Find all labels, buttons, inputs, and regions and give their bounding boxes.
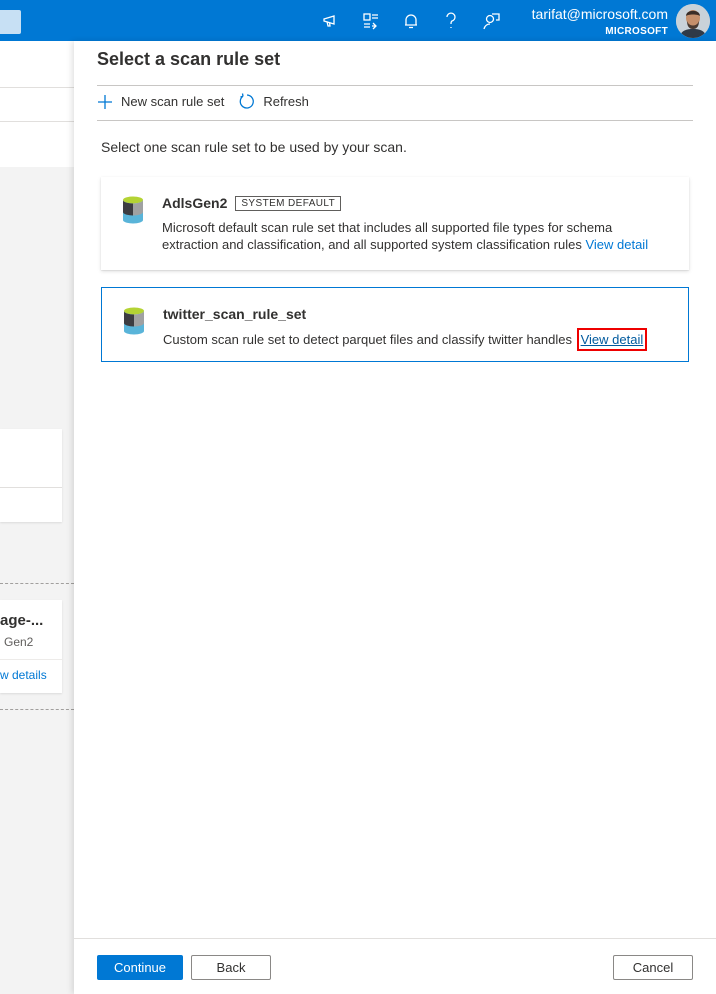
notifications-icon[interactable] — [400, 10, 422, 32]
refresh-button[interactable]: Refresh — [238, 93, 309, 110]
panel-footer: Continue Back Cancel — [74, 938, 716, 994]
new-scan-rule-set-label: New scan rule set — [121, 94, 225, 109]
background-card-subtitle: Gen2 — [4, 635, 34, 649]
title-divider — [97, 85, 693, 86]
view-detail-link[interactable]: View detail — [585, 237, 648, 252]
user-account[interactable]: tarifat@microsoft.com MICROSOFT — [532, 6, 668, 37]
background-source-card: age-... Gen2 w details — [0, 600, 62, 693]
rule-set-name: AdlsGen2 SYSTEM DEFAULT — [162, 195, 342, 211]
background-card-divider — [0, 487, 62, 488]
rule-set-name-text: AdlsGen2 — [162, 195, 228, 211]
refresh-icon — [239, 93, 255, 109]
continue-button[interactable]: Continue — [97, 955, 183, 980]
database-icon — [123, 196, 143, 224]
background-divider — [0, 121, 74, 122]
help-icon[interactable] — [440, 10, 462, 32]
background-card-title: age-... — [0, 612, 44, 629]
feedback-icon[interactable] — [480, 10, 502, 32]
cancel-button[interactable]: Cancel — [613, 955, 693, 980]
view-detail-link[interactable]: View detail — [581, 332, 644, 347]
user-email: tarifat@microsoft.com — [531, 6, 668, 22]
rule-set-description: Custom scan rule set to detect parquet f… — [163, 328, 648, 351]
rule-set-description-text: Microsoft default scan rule set that inc… — [162, 220, 613, 252]
toolbar: New scan rule set Refresh — [97, 93, 323, 110]
background-card-separator — [0, 659, 62, 660]
search-box[interactable] — [0, 10, 21, 34]
background-dashed-divider — [0, 583, 74, 584]
panel-title: Select a scan rule set — [97, 49, 281, 69]
rule-set-card-adlsgen2[interactable]: AdlsGen2 SYSTEM DEFAULT Microsoft defaul… — [101, 177, 689, 270]
rule-set-name-text: twitter_scan_rule_set — [163, 306, 307, 322]
user-org: MICROSOFT — [605, 26, 668, 37]
rule-set-description-text: Custom scan rule set to detect parquet f… — [163, 332, 572, 347]
new-scan-rule-set-button[interactable]: New scan rule set — [97, 94, 224, 110]
system-default-badge: SYSTEM DEFAULT — [235, 195, 342, 211]
background-header-area — [0, 41, 74, 167]
background-divider — [0, 87, 74, 88]
rule-set-description: Microsoft default scan rule set that inc… — [162, 219, 662, 253]
directory-switch-icon[interactable] — [360, 10, 382, 32]
background-card — [0, 429, 62, 522]
rule-set-card-twitter[interactable]: twitter_scan_rule_set Custom scan rule s… — [101, 287, 689, 362]
highlight-box: View detail — [576, 328, 648, 351]
announcement-icon[interactable] — [320, 10, 342, 32]
background-dashed-divider — [0, 709, 74, 710]
scan-rule-set-panel: Select a scan rule set New scan rule set… — [74, 41, 716, 994]
database-icon — [124, 307, 144, 335]
top-bar: tarifat@microsoft.com MICROSOFT — [0, 0, 716, 41]
back-button[interactable]: Back — [191, 955, 271, 980]
avatar[interactable] — [676, 4, 710, 38]
refresh-label: Refresh — [263, 94, 309, 109]
background-card-link[interactable]: w details — [0, 668, 47, 682]
toolbar-divider — [97, 120, 693, 121]
plus-icon — [98, 94, 112, 109]
background-page: age-... Gen2 w details — [0, 41, 74, 994]
panel-description: Select one scan rule set to be used by y… — [101, 139, 407, 155]
rule-set-name: twitter_scan_rule_set — [163, 306, 306, 322]
